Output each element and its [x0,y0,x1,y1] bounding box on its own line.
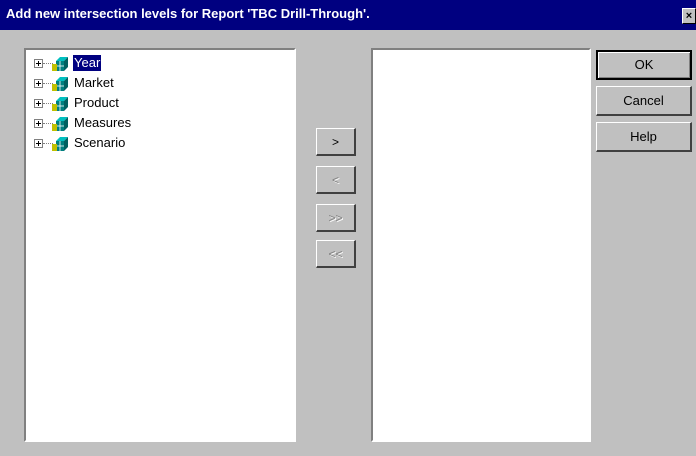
dimension-cube-icon [52,117,68,131]
help-button[interactable]: Help [596,122,692,152]
dimension-cube-icon [52,137,68,151]
plus-expander-icon[interactable] [34,99,43,108]
dialog-title: Add new intersection levels for Report '… [6,6,370,21]
selected-levels-list[interactable] [371,48,591,442]
remove-level-button[interactable]: < [316,166,356,194]
remove-all-levels-button[interactable]: << [316,240,356,268]
close-icon[interactable]: × [682,8,696,24]
tree-item-label: Scenario [74,135,126,150]
dimension-cube-icon [52,77,68,91]
add-level-button[interactable]: > [316,128,356,156]
ok-button[interactable]: OK [596,50,692,80]
available-dimensions-tree[interactable]: Year Market Product Measures Scenario [24,48,296,442]
intersection-levels-dialog: Add new intersection levels for Report '… [0,0,696,456]
plus-expander-icon[interactable] [34,119,43,128]
plus-expander-icon[interactable] [34,79,43,88]
tree-item-label: Year [71,54,103,72]
title-bar: Add new intersection levels for Report '… [0,0,696,30]
plus-expander-icon[interactable] [34,59,43,68]
dimension-cube-icon [52,57,68,71]
plus-expander-icon[interactable] [34,139,43,148]
tree-item-label: Market [74,75,114,90]
tree-item-label: Measures [74,115,132,130]
tree-item-label: Product [74,95,119,110]
add-all-levels-button[interactable]: >> [316,204,356,232]
dimension-cube-icon [52,97,68,111]
cancel-button[interactable]: Cancel [596,86,692,116]
